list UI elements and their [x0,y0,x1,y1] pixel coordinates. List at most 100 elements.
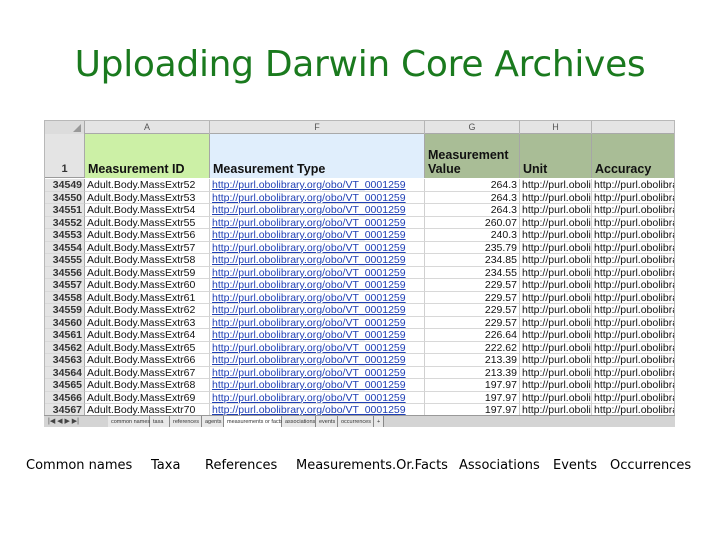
cell-accuracy[interactable]: http://purl.obolibrary.org/obo/U [592,379,674,392]
cell-accuracy[interactable]: http://purl.obolibrary.org/obo/U [592,179,674,192]
row-number[interactable]: 34563 [45,354,85,367]
cell-measurement-type[interactable]: http://purl.obolibrary.org/obo/VT_000125… [210,266,425,279]
cell-unit[interactable]: http://purl.obolibrary.org/obo/U [520,254,592,267]
cell-measurement-value[interactable]: 235.79 [425,241,520,254]
cell-unit[interactable]: http://purl.obolibrary.org/obo/U [520,379,592,392]
cell-measurement-type[interactable]: http://purl.obolibrary.org/obo/VT_000125… [210,291,425,304]
tab-navigation-arrows[interactable]: |◀ ◀ ▶ ▶| [44,416,106,427]
row-number[interactable]: 34549 [45,179,85,192]
row-number[interactable]: 34552 [45,216,85,229]
column-letter-f[interactable]: F [210,121,425,134]
cell-measurement-value[interactable]: 229.57 [425,279,520,292]
sheet-tab[interactable]: occurrences [338,416,374,427]
cell-accuracy[interactable]: http://purl.obolibrary.org/obo/U [592,192,674,204]
cell-measurement-value[interactable]: 222.62 [425,341,520,354]
cell-measurement-id[interactable]: Adult.Body.MassExtr52 [85,179,210,192]
cell-unit[interactable]: http://purl.obolibrary.org/obo/U [520,341,592,354]
row-number[interactable]: 34565 [45,379,85,392]
row-number[interactable]: 34558 [45,291,85,304]
cell-unit[interactable]: http://purl.obolibrary.org/obo/U [520,304,592,317]
cell-measurement-type[interactable]: http://purl.obolibrary.org/obo/VT_000125… [210,366,425,379]
cell-measurement-id[interactable]: Adult.Body.MassExtr56 [85,229,210,242]
sheet-tab[interactable]: measurements or facts [224,416,283,427]
cell-accuracy[interactable]: http://purl.obolibrary.org/obo/U [592,317,674,329]
cell-measurement-value[interactable]: 264.3 [425,204,520,217]
cell-accuracy[interactable]: http://purl.obolibrary.org/obo/U [592,342,674,354]
cell-measurement-type[interactable]: http://purl.obolibrary.org/obo/VT_000125… [210,254,425,267]
cell-measurement-id[interactable]: Adult.Body.MassExtr66 [85,354,210,367]
row-number[interactable]: 34553 [45,229,85,242]
cell-measurement-id[interactable]: Adult.Body.MassExtr68 [85,379,210,392]
column-letter-a[interactable]: A [85,121,210,134]
cell-measurement-type[interactable]: http://purl.obolibrary.org/obo/VT_000125… [210,229,425,242]
cell-measurement-type[interactable]: http://purl.obolibrary.org/obo/VT_000125… [210,191,425,204]
header-accuracy[interactable]: Accuracy [592,134,674,178]
cell-measurement-id[interactable]: Adult.Body.MassExtr60 [85,279,210,292]
cell-unit[interactable]: http://purl.obolibrary.org/obo/U [520,291,592,304]
cell-unit[interactable]: http://purl.obolibrary.org/obo/U [520,354,592,367]
cell-unit[interactable]: http://purl.obolibrary.org/obo/U [520,266,592,279]
cell-unit[interactable]: http://purl.obolibrary.org/obo/U [520,279,592,292]
cell-accuracy[interactable]: http://purl.obolibrary.org/obo/U [592,354,674,367]
cell-measurement-id[interactable]: Adult.Body.MassExtr65 [85,341,210,354]
cell-unit[interactable]: http://purl.obolibrary.org/obo/U [520,316,592,329]
cell-measurement-type[interactable]: http://purl.obolibrary.org/obo/VT_000125… [210,179,425,192]
row-number[interactable]: 34556 [45,266,85,279]
sheet-tab[interactable]: references [170,416,202,427]
cell-unit[interactable]: http://purl.obolibrary.org/obo/U [520,329,592,342]
cell-unit[interactable]: http://purl.obolibrary.org/obo/U [520,191,592,204]
cell-measurement-id[interactable]: Adult.Body.MassExtr58 [85,254,210,267]
cell-unit[interactable]: http://purl.obolibrary.org/obo/U [520,179,592,192]
row-number[interactable]: 34550 [45,191,85,204]
cell-measurement-type[interactable]: http://purl.obolibrary.org/obo/VT_000125… [210,329,425,342]
header-measurement-type[interactable]: Measurement Type [210,134,425,178]
cell-measurement-id[interactable]: Adult.Body.MassExtr61 [85,291,210,304]
cell-measurement-value[interactable]: 226.64 [425,329,520,342]
cell-measurement-value[interactable]: 234.85 [425,254,520,267]
row-number[interactable]: 34557 [45,279,85,292]
row-number[interactable]: 34561 [45,329,85,342]
cell-measurement-value[interactable]: 197.97 [425,379,520,392]
cell-unit[interactable]: http://purl.obolibrary.org/obo/U [520,366,592,379]
cell-accuracy[interactable]: http://purl.obolibrary.org/obo/U [592,367,674,379]
cell-measurement-value[interactable]: 229.57 [425,316,520,329]
cell-measurement-value[interactable]: 240.3 [425,229,520,242]
cell-accuracy[interactable]: http://purl.obolibrary.org/obo/U [592,279,674,292]
cell-measurement-type[interactable]: http://purl.obolibrary.org/obo/VT_000125… [210,379,425,392]
cell-measurement-value[interactable]: 264.3 [425,191,520,204]
column-letter-next[interactable] [592,121,674,134]
sheet-tab[interactable]: associations [282,416,316,427]
cell-measurement-id[interactable]: Adult.Body.MassExtr64 [85,329,210,342]
column-letter-g[interactable]: G [425,121,520,134]
cell-measurement-id[interactable]: Adult.Body.MassExtr54 [85,204,210,217]
cell-measurement-type[interactable]: http://purl.obolibrary.org/obo/VT_000125… [210,304,425,317]
cell-measurement-id[interactable]: Adult.Body.MassExtr69 [85,391,210,404]
cell-measurement-id[interactable]: Adult.Body.MassExtr55 [85,216,210,229]
cell-accuracy[interactable]: http://purl.obolibrary.org/obo/U [592,392,674,404]
cell-measurement-id[interactable]: Adult.Body.MassExtr57 [85,241,210,254]
cell-accuracy[interactable]: http://purl.obolibrary.org/obo/U [592,304,674,317]
cell-measurement-id[interactable]: Adult.Body.MassExtr67 [85,366,210,379]
header-measurement-id[interactable]: Measurement ID [85,134,210,178]
cell-unit[interactable]: http://purl.obolibrary.org/obo/U [520,216,592,229]
row-number[interactable]: 34560 [45,316,85,329]
cell-unit[interactable]: http://purl.obolibrary.org/obo/U [520,391,592,404]
row-number[interactable]: 34564 [45,366,85,379]
cell-measurement-type[interactable]: http://purl.obolibrary.org/obo/VT_000125… [210,316,425,329]
cell-accuracy[interactable]: http://purl.obolibrary.org/obo/U [592,329,674,342]
sheet-tab[interactable]: common names [108,416,150,427]
cell-measurement-type[interactable]: http://purl.obolibrary.org/obo/VT_000125… [210,204,425,217]
cell-measurement-value[interactable]: 213.39 [425,366,520,379]
cell-accuracy[interactable]: http://purl.obolibrary.org/obo/U [592,229,674,242]
select-all-corner[interactable] [45,121,85,134]
cell-unit[interactable]: http://purl.obolibrary.org/obo/U [520,229,592,242]
cell-accuracy[interactable]: http://purl.obolibrary.org/obo/U [592,267,674,279]
row-number[interactable]: 34555 [45,254,85,267]
cell-measurement-value[interactable]: 264.3 [425,179,520,192]
sheet-tab[interactable]: agents [202,416,224,427]
column-letter-h[interactable]: H [520,121,592,134]
row-number[interactable]: 34551 [45,204,85,217]
cell-accuracy[interactable]: http://purl.obolibrary.org/obo/U [592,217,674,229]
row-number[interactable]: 34562 [45,341,85,354]
cell-measurement-type[interactable]: http://purl.obolibrary.org/obo/VT_000125… [210,354,425,367]
